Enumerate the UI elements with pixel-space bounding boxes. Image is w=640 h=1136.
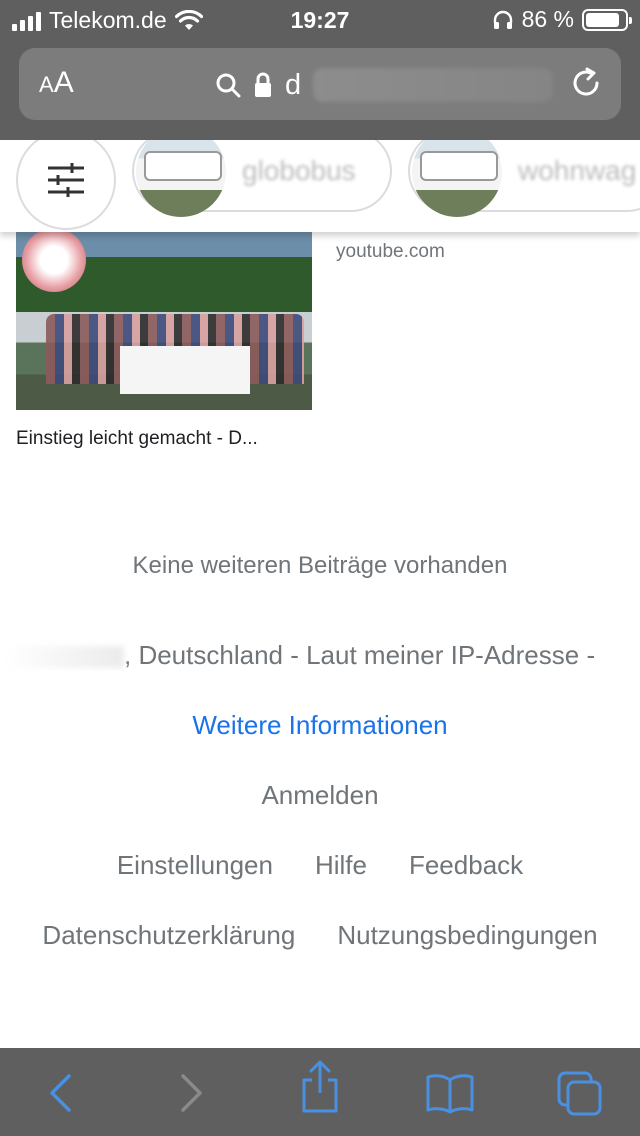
address-bar[interactable]: AA d	[19, 48, 621, 120]
search-chips-bar: globobus wohnwag	[0, 140, 640, 232]
back-button[interactable]	[34, 1068, 86, 1118]
tabs-icon	[557, 1071, 602, 1116]
status-bar: Telekom.de 19:27 86 %	[0, 0, 640, 42]
tabs-button[interactable]	[554, 1068, 606, 1118]
url-redacted	[313, 68, 554, 102]
battery-percent: 86 %	[521, 6, 574, 32]
settings-link[interactable]: Einstellungen	[117, 850, 273, 881]
search-chip[interactable]: wohnwag	[408, 140, 640, 217]
reload-icon[interactable]	[569, 66, 603, 100]
browser-top-chrome: Telekom.de 19:27 86 % AA d	[0, 0, 640, 140]
bookmarks-button[interactable]	[424, 1068, 476, 1118]
location-text: , Deutschland - Laut meiner IP-Adresse -	[0, 640, 640, 671]
sign-in-link[interactable]: Anmelden	[0, 780, 640, 811]
no-more-results-text: Keine weiteren Beiträge vorhanden	[132, 552, 508, 579]
location-redacted	[4, 646, 124, 669]
search-chip[interactable]: globobus	[132, 140, 392, 217]
forward-icon	[181, 1074, 202, 1112]
chip-thumbnail	[136, 140, 226, 217]
forward-button[interactable]	[166, 1068, 218, 1118]
more-info-link[interactable]: Weitere Informationen	[0, 710, 640, 741]
share-icon	[302, 1060, 338, 1113]
footer-links-row: Einstellungen Hilfe Feedback	[0, 850, 640, 881]
result-card[interactable]: Einstieg leicht gemacht - D...	[16, 232, 312, 450]
browser-toolbar	[0, 1048, 640, 1136]
chip-label: wohnwag	[518, 155, 637, 186]
bookmarks-icon	[426, 1074, 474, 1114]
search-icon	[216, 73, 241, 98]
result-source: youtube.com	[336, 241, 445, 262]
terms-link[interactable]: Nutzungsbedingungen	[337, 920, 597, 951]
text-size-button[interactable]: AA	[39, 66, 74, 100]
lock-icon	[255, 72, 271, 97]
result-thumbnail[interactable]	[16, 232, 312, 410]
battery-icon	[582, 8, 632, 31]
status-right: 86 %	[492, 6, 632, 33]
help-link[interactable]: Hilfe	[315, 850, 367, 881]
filter-button[interactable]	[16, 140, 116, 230]
battery-fill	[586, 12, 619, 27]
share-button[interactable]	[294, 1060, 346, 1113]
result-title[interactable]: Einstieg leicht gemacht - D...	[16, 428, 312, 450]
chip-thumbnail	[412, 140, 502, 217]
url-text: d	[285, 68, 302, 101]
sliders-icon	[48, 163, 84, 197]
chip-label: globobus	[242, 155, 356, 186]
footer-links-row: Datenschutzerklärung Nutzungsbedingungen	[0, 920, 640, 951]
url-field[interactable]: d	[215, 68, 554, 102]
logo-badge	[22, 232, 86, 292]
feedback-link[interactable]: Feedback	[409, 850, 523, 881]
privacy-link[interactable]: Datenschutzerklärung	[42, 920, 295, 951]
back-icon	[50, 1074, 71, 1112]
headphones-icon	[493, 10, 512, 29]
